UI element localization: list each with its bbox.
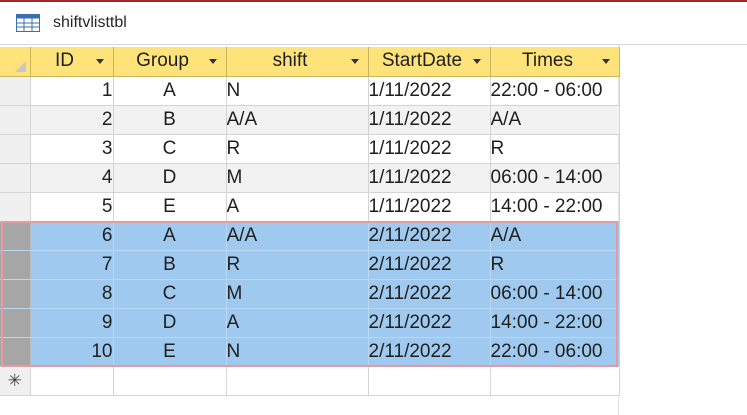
table-row[interactable]: 5 E A 1/11/2022 14:00 - 22:00 xyxy=(0,192,620,222)
cell-shift[interactable]: R xyxy=(226,250,369,280)
cell-group[interactable]: C xyxy=(113,279,227,309)
table-row-selected[interactable]: 7 B R 2/11/2022 R xyxy=(0,250,620,280)
cell-shift[interactable]: R xyxy=(226,134,369,164)
cell-shift[interactable]: A/A xyxy=(226,221,369,251)
cell-id[interactable]: 4 xyxy=(30,163,114,193)
new-record-row[interactable]: ✳ xyxy=(0,366,620,396)
cell-group[interactable]: A xyxy=(113,221,227,251)
cell-startdate[interactable]: 1/11/2022 xyxy=(368,134,491,164)
cell-id[interactable]: 5 xyxy=(30,192,114,222)
cell-startdate[interactable]: 1/11/2022 xyxy=(368,105,491,135)
cell-group[interactable]: A xyxy=(113,76,227,106)
cell-shift[interactable]: A/A xyxy=(226,105,369,135)
cell-shift[interactable]: N xyxy=(226,337,369,367)
row-selector[interactable] xyxy=(0,308,31,338)
cell-shift[interactable]: A xyxy=(226,308,369,338)
row-selector[interactable] xyxy=(0,76,31,106)
cell-times[interactable]: 06:00 - 14:00 xyxy=(490,279,620,309)
cell-group[interactable]: D xyxy=(113,308,227,338)
chevron-down-icon[interactable] xyxy=(95,59,104,64)
cell-startdate[interactable]: 2/11/2022 xyxy=(368,337,491,367)
row-selector[interactable] xyxy=(0,337,31,367)
table-row[interactable]: 1 A N 1/11/2022 22:00 - 06:00 xyxy=(0,76,620,106)
cell-startdate[interactable]: 2/11/2022 xyxy=(368,308,491,338)
row-selector[interactable] xyxy=(0,192,31,222)
cell-times[interactable]: A/A xyxy=(490,221,620,251)
cell-id[interactable]: 8 xyxy=(30,279,114,309)
column-header-shift[interactable]: shift xyxy=(226,47,369,77)
row-selector[interactable] xyxy=(0,134,31,164)
table-row-selected[interactable]: 6 A A/A 2/11/2022 A/A xyxy=(0,221,620,251)
cell-startdate[interactable] xyxy=(368,366,491,396)
select-all-corner[interactable] xyxy=(0,47,31,77)
column-header-id[interactable]: ID xyxy=(30,47,114,77)
chevron-down-icon[interactable] xyxy=(350,59,359,64)
row-selector[interactable] xyxy=(0,105,31,135)
cell-shift[interactable]: M xyxy=(226,163,369,193)
datasheet-table: ID Group shift StartDate Times 1 A N 1/1… xyxy=(0,47,620,396)
cell-id[interactable]: 1 xyxy=(30,76,114,106)
cell-id[interactable]: 9 xyxy=(30,308,114,338)
cell-id[interactable] xyxy=(30,366,114,396)
cell-shift[interactable] xyxy=(226,366,369,396)
cell-group[interactable]: E xyxy=(113,337,227,367)
cell-startdate[interactable]: 1/11/2022 xyxy=(368,163,491,193)
table-row-selected[interactable]: 8 C M 2/11/2022 06:00 - 14:00 xyxy=(0,279,620,309)
cell-group[interactable]: B xyxy=(113,250,227,280)
cell-times[interactable]: 22:00 - 06:00 xyxy=(490,76,620,106)
cell-startdate[interactable]: 1/11/2022 xyxy=(368,192,491,222)
cell-id[interactable]: 2 xyxy=(30,105,114,135)
cell-startdate[interactable]: 1/11/2022 xyxy=(368,76,491,106)
cell-times[interactable] xyxy=(490,366,620,396)
cell-group[interactable]: E xyxy=(113,192,227,222)
table-icon xyxy=(16,14,40,32)
chevron-down-icon[interactable] xyxy=(208,59,217,64)
chevron-down-icon[interactable] xyxy=(472,59,481,64)
datasheet: ID Group shift StartDate Times 1 A N 1/1… xyxy=(0,45,747,415)
chevron-down-icon[interactable] xyxy=(601,59,610,64)
table-row-selected[interactable]: 9 D A 2/11/2022 14:00 - 22:00 xyxy=(0,308,620,338)
table-row[interactable]: 4 D M 1/11/2022 06:00 - 14:00 xyxy=(0,163,620,193)
column-header-group[interactable]: Group xyxy=(113,47,227,77)
row-selector[interactable] xyxy=(0,163,31,193)
cell-times[interactable]: 14:00 - 22:00 xyxy=(490,308,620,338)
cell-id[interactable]: 10 xyxy=(30,337,114,367)
column-header-startdate[interactable]: StartDate xyxy=(368,47,491,77)
cell-times[interactable]: R xyxy=(490,250,620,280)
cell-id[interactable]: 3 xyxy=(30,134,114,164)
cell-group[interactable]: C xyxy=(113,134,227,164)
cell-startdate[interactable]: 2/11/2022 xyxy=(368,250,491,280)
cell-group[interactable] xyxy=(113,366,227,396)
column-header-times[interactable]: Times xyxy=(490,47,620,77)
new-record-icon[interactable]: ✳ xyxy=(0,366,31,396)
cell-id[interactable]: 7 xyxy=(30,250,114,280)
cell-group[interactable]: B xyxy=(113,105,227,135)
cell-times[interactable]: R xyxy=(490,134,620,164)
table-row[interactable]: 3 C R 1/11/2022 R xyxy=(0,134,620,164)
table-row[interactable]: 2 B A/A 1/11/2022 A/A xyxy=(0,105,620,135)
row-selector[interactable] xyxy=(0,250,31,280)
cell-id[interactable]: 6 xyxy=(30,221,114,251)
cell-shift[interactable]: M xyxy=(226,279,369,309)
row-selector[interactable] xyxy=(0,279,31,309)
cell-startdate[interactable]: 2/11/2022 xyxy=(368,221,491,251)
cell-times[interactable]: 22:00 - 06:00 xyxy=(490,337,620,367)
cell-group[interactable]: D xyxy=(113,163,227,193)
cell-times[interactable]: 06:00 - 14:00 xyxy=(490,163,620,193)
cell-times[interactable]: A/A xyxy=(490,105,620,135)
row-selector[interactable] xyxy=(0,221,31,251)
window-title: shiftvlisttbl xyxy=(53,14,127,31)
cell-shift[interactable]: N xyxy=(226,76,369,106)
cell-startdate[interactable]: 2/11/2022 xyxy=(368,279,491,309)
cell-times[interactable]: 14:00 - 22:00 xyxy=(490,192,620,222)
cell-shift[interactable]: A xyxy=(226,192,369,222)
table-row-selected[interactable]: 10 E N 2/11/2022 22:00 - 06:00 xyxy=(0,337,620,367)
document-tab[interactable]: shiftvlisttbl xyxy=(0,2,747,45)
